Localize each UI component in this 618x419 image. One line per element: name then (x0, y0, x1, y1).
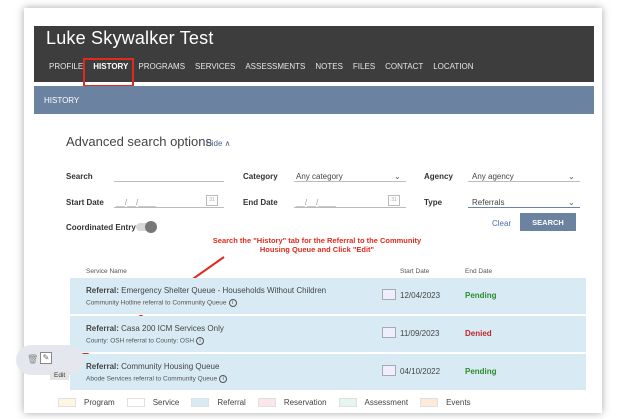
legend-swatch (126, 398, 145, 407)
type-chevron-down-icon: ⌄ (568, 198, 575, 207)
legend-swatch (257, 398, 276, 407)
info-icon: i (228, 299, 237, 307)
category-chevron-down-icon: ⌄ (394, 172, 401, 181)
row-subtitle: Abode Services referral to Community Que… (86, 375, 228, 383)
edit-tooltip: Edit (50, 371, 70, 380)
info-icon: i (196, 337, 205, 345)
agency-chevron-down-icon: ⌄ (568, 172, 575, 181)
row-status: Pending (465, 291, 497, 300)
tab-location[interactable]: LOCATION (428, 60, 478, 74)
row-title: Referral: Casa 200 ICM Services Only (86, 324, 224, 333)
calendar-icon (382, 327, 396, 338)
row-status: Denied (465, 329, 492, 338)
legend-reservation: Reservation (257, 398, 327, 407)
row-start-date: 12/04/2023 (400, 291, 441, 300)
search-input[interactable] (114, 168, 224, 182)
header-service-name: Service Name (86, 268, 127, 275)
tab-services[interactable]: SERVICES (190, 60, 240, 74)
search-button[interactable]: SEARCH (520, 213, 576, 231)
start-date-calendar-icon[interactable]: 31 (206, 195, 218, 206)
tab-programs[interactable]: PROGRAMS (133, 60, 190, 74)
category-value: Any category (296, 172, 343, 181)
info-icon: i (219, 375, 228, 383)
type-label: Type (424, 198, 443, 207)
legend-swatch (338, 398, 357, 407)
section-title: HISTORY (44, 96, 80, 105)
row-status: Pending (465, 367, 497, 376)
row-title: Referral: Community Housing Queue (86, 362, 220, 371)
agency-label: Agency (424, 172, 453, 181)
client-record-window: Luke Skywalker Test PROFILE HISTORY PROG… (24, 8, 602, 413)
row-subtitle: County: OSH referral to County: OSH i (86, 337, 205, 345)
hide-search-toggle[interactable]: Hide ∧ (206, 139, 231, 148)
calendar-icon (382, 365, 396, 376)
legend-assessment: Assessment (338, 398, 408, 407)
row-subtitle: Community Hotline referral to Community … (86, 299, 237, 307)
legend-swatch (420, 398, 439, 407)
end-date-label: End Date (243, 198, 278, 207)
calendar-icon (382, 289, 396, 300)
history-tab-highlight-box (83, 58, 134, 87)
tab-assessments[interactable]: ASSESSMENTS (240, 60, 310, 74)
row-start-date: 11/09/2023 (400, 329, 440, 338)
instruction-annotation: Search the "History" tab for the Referra… (212, 236, 422, 254)
agency-value: Any agency (472, 172, 514, 181)
header-start-date: Start Date (400, 268, 430, 275)
start-date-label: Start Date (66, 198, 104, 207)
client-name: Luke Skywalker Test (46, 28, 214, 48)
row-title: Referral: Emergency Shelter Queue - Hous… (86, 286, 327, 295)
end-date-calendar-icon[interactable]: 31 (388, 195, 400, 206)
tab-contact[interactable]: CONTACT (380, 60, 428, 74)
search-label: Search (66, 172, 93, 181)
table-row[interactable]: Referral: Emergency Shelter Queue - Hous… (70, 278, 586, 315)
tab-notes[interactable]: NOTES (310, 60, 348, 74)
type-legend: Program Service Referral Reservation Ass… (58, 398, 483, 407)
toggle-knob (145, 221, 157, 233)
legend-referral: Referral (191, 398, 246, 407)
coordinated-entry-toggle[interactable] (136, 221, 157, 233)
coordinated-entry-label: Coordinated Entry (66, 223, 136, 232)
tab-profile[interactable]: PROFILE (44, 60, 88, 74)
legend-swatch (191, 398, 210, 407)
row-start-date: 04/10/2022 (400, 367, 441, 376)
table-row[interactable]: Referral: Community Housing Queue Abode … (70, 354, 586, 391)
clear-link[interactable]: Clear (492, 219, 511, 228)
legend-program: Program (58, 398, 115, 407)
tab-files[interactable]: FILES (348, 60, 380, 74)
legend-swatch (58, 398, 76, 407)
end-date-placeholder: __/__/____ (296, 198, 337, 207)
legend-events: Events (420, 398, 471, 407)
edit-icon[interactable]: ✎ (40, 352, 52, 364)
legend-service: Service (126, 398, 179, 407)
header-end-date: End Date (465, 268, 493, 275)
trash-icon[interactable]: 🗑 (27, 354, 38, 365)
start-date-placeholder: __/__/____ (116, 198, 157, 207)
section-header-bar: HISTORY (34, 86, 594, 114)
category-label: Category (243, 172, 278, 181)
table-row[interactable]: Referral: Casa 200 ICM Services Only Cou… (70, 316, 586, 353)
type-value: Referrals (472, 198, 505, 207)
advanced-search-title: Advanced search options (66, 134, 212, 149)
